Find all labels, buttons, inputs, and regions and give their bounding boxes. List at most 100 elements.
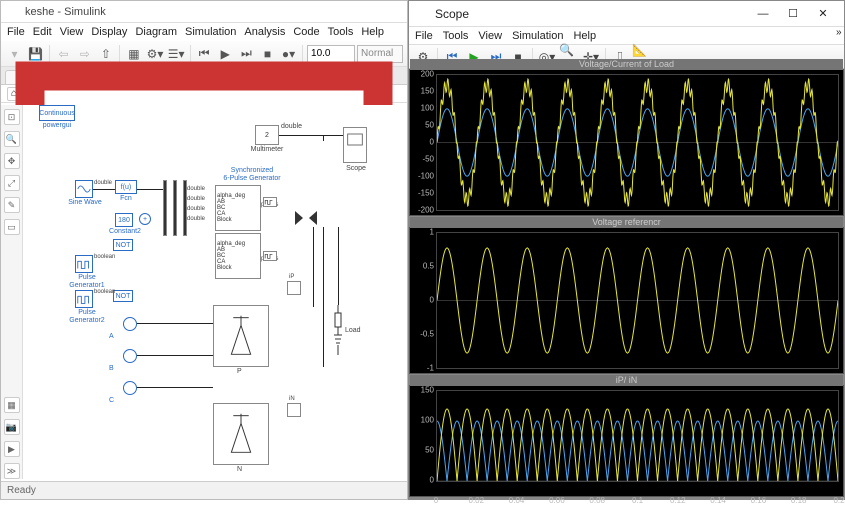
not2-block[interactable]: NOT xyxy=(113,290,133,302)
new-button[interactable]: ▾ xyxy=(5,44,24,64)
annotate-icon[interactable]: ✎ xyxy=(4,197,20,213)
sig-double-5: double xyxy=(187,205,205,213)
ip-meas-block[interactable] xyxy=(287,281,301,295)
pulse-gen2-block[interactable] xyxy=(75,290,93,308)
simulink-body: ⊡ 🔍 ✥ ⤢ ✎ ▭ ▦ 📷 ▶ ≫ Continuous powergui … xyxy=(1,105,407,479)
xtick: 0.04 xyxy=(509,496,525,505)
xtick: 0.08 xyxy=(589,496,605,505)
ip-label: iP xyxy=(289,273,294,281)
ytick: -100 xyxy=(412,172,434,181)
converter-n-block[interactable] xyxy=(213,403,269,465)
powergui-label: powergui xyxy=(39,122,75,130)
model-canvas[interactable]: Continuous powergui 2 Multimeter double … xyxy=(23,105,407,479)
simulink-titlebar[interactable]: keshe - Simulink xyxy=(1,1,407,23)
xtick: 0 xyxy=(434,496,438,505)
spg2-block[interactable]: alpha_deg AB BC CA Block xyxy=(215,233,261,279)
ytick: 0 xyxy=(412,296,434,305)
not1-block[interactable]: NOT xyxy=(113,239,133,251)
ytick: 100 xyxy=(412,416,434,425)
source-b[interactable] xyxy=(123,349,137,363)
sine-label: Sine Wave xyxy=(67,199,103,207)
xtick: 0.06 xyxy=(549,496,565,505)
thyristor-pair[interactable] xyxy=(293,209,319,227)
xtick: 0.16 xyxy=(751,496,767,505)
ytick: 200 xyxy=(412,70,434,79)
load-block[interactable] xyxy=(333,305,343,355)
multimeter-block[interactable]: 2 xyxy=(255,125,279,145)
coverage-icon[interactable]: ≫ xyxy=(4,463,20,479)
xtick: 0.14 xyxy=(710,496,726,505)
constant-block[interactable]: 180 xyxy=(115,213,133,227)
ytick: -200 xyxy=(412,206,434,215)
overview-icon[interactable]: ▦ xyxy=(4,397,20,413)
converter-p-block[interactable] xyxy=(213,305,269,367)
scope-titlebar[interactable]: Scope — ☐ ✕ xyxy=(409,1,844,27)
scope-plots: Voltage/Current of Load 200 150 100 50 0… xyxy=(409,69,844,499)
wire xyxy=(323,227,324,367)
scroll-hint-icon[interactable]: » xyxy=(836,27,844,35)
xtick: 0.2 xyxy=(833,496,844,505)
simulink-icon xyxy=(7,5,21,19)
back-button[interactable]: ⇦ xyxy=(54,44,73,64)
wire xyxy=(137,323,213,324)
ytick: 50 xyxy=(412,121,434,130)
wire xyxy=(279,135,343,136)
plot-vref[interactable]: Voltage referencr 1 0.5 0 -0.5 -1 xyxy=(409,227,844,374)
xtick: 0.18 xyxy=(791,496,807,505)
ytick: 0.5 xyxy=(412,262,434,271)
xtick: 0.12 xyxy=(670,496,686,505)
fcn-block[interactable]: f(u) xyxy=(115,180,137,194)
sum-block[interactable]: + xyxy=(139,213,151,225)
image-icon[interactable]: ▭ xyxy=(4,219,20,235)
wire xyxy=(323,135,324,141)
phase-a-label: A xyxy=(109,333,114,341)
wire xyxy=(93,189,115,190)
ytick: 50 xyxy=(412,446,434,455)
ytick: -150 xyxy=(412,189,434,198)
plot-axes-3 xyxy=(436,390,839,482)
sig-bool-1: boolean xyxy=(94,253,115,261)
n-label: N xyxy=(237,466,242,474)
fwd-button[interactable]: ⇨ xyxy=(75,44,94,64)
xtick: 0.1 xyxy=(632,496,643,505)
zoom-fit-icon[interactable]: ⊡ xyxy=(4,109,20,125)
ytick: 0 xyxy=(412,476,434,485)
wire xyxy=(338,227,339,305)
plot-axes-1 xyxy=(436,74,839,211)
scope-label: Scope xyxy=(341,165,371,173)
statusbar: Ready xyxy=(1,481,407,499)
sig-bool-2: boolean xyxy=(94,288,115,296)
ytick: 100 xyxy=(412,104,434,113)
phase-c-label: C xyxy=(109,397,114,405)
plot-voltage-current[interactable]: Voltage/Current of Load 200 150 100 50 0… xyxy=(409,69,844,216)
scope-window: Scope — ☐ ✕ » File Tools View Simulation… xyxy=(408,0,845,500)
pulse-gen1-block[interactable] xyxy=(75,255,93,273)
screenshot-icon[interactable]: 📷 xyxy=(4,419,20,435)
source-c[interactable] xyxy=(123,381,137,395)
zoom-in-icon[interactable]: 🔍 xyxy=(4,131,20,147)
record-icon[interactable]: ▶ xyxy=(4,441,20,457)
powergui-block[interactable]: Continuous xyxy=(39,105,75,121)
ytick: 150 xyxy=(412,87,434,96)
ytick: -1 xyxy=(412,364,434,373)
plot-ipn[interactable]: iP/ iN 150 100 50 0 0 0.02 0.04 0.06 0.0… xyxy=(409,385,844,497)
xtick: 0.02 xyxy=(469,496,485,505)
sig-double-6: double xyxy=(187,215,205,223)
pulse-icon2 xyxy=(263,251,277,261)
plot-title-3: iP/ iN xyxy=(410,375,843,386)
ytick: -50 xyxy=(412,155,434,164)
in-meas-block[interactable] xyxy=(287,403,301,417)
mux2-block[interactable] xyxy=(173,180,177,236)
pan-icon[interactable]: ✥ xyxy=(4,153,20,169)
sine-wave-block[interactable] xyxy=(75,180,93,198)
plot-axes-2 xyxy=(436,232,839,369)
pulse-icon1 xyxy=(263,197,277,207)
fit-icon[interactable]: ⤢ xyxy=(4,175,20,191)
spg1-block[interactable]: alpha_deg AB BC CA Block xyxy=(215,185,261,231)
mux1-block[interactable] xyxy=(163,180,167,236)
sig-double-1: double xyxy=(281,123,302,131)
wire xyxy=(137,387,213,388)
source-a[interactable] xyxy=(123,317,137,331)
ytick: 0 xyxy=(412,138,434,147)
scope-block[interactable] xyxy=(343,127,367,163)
